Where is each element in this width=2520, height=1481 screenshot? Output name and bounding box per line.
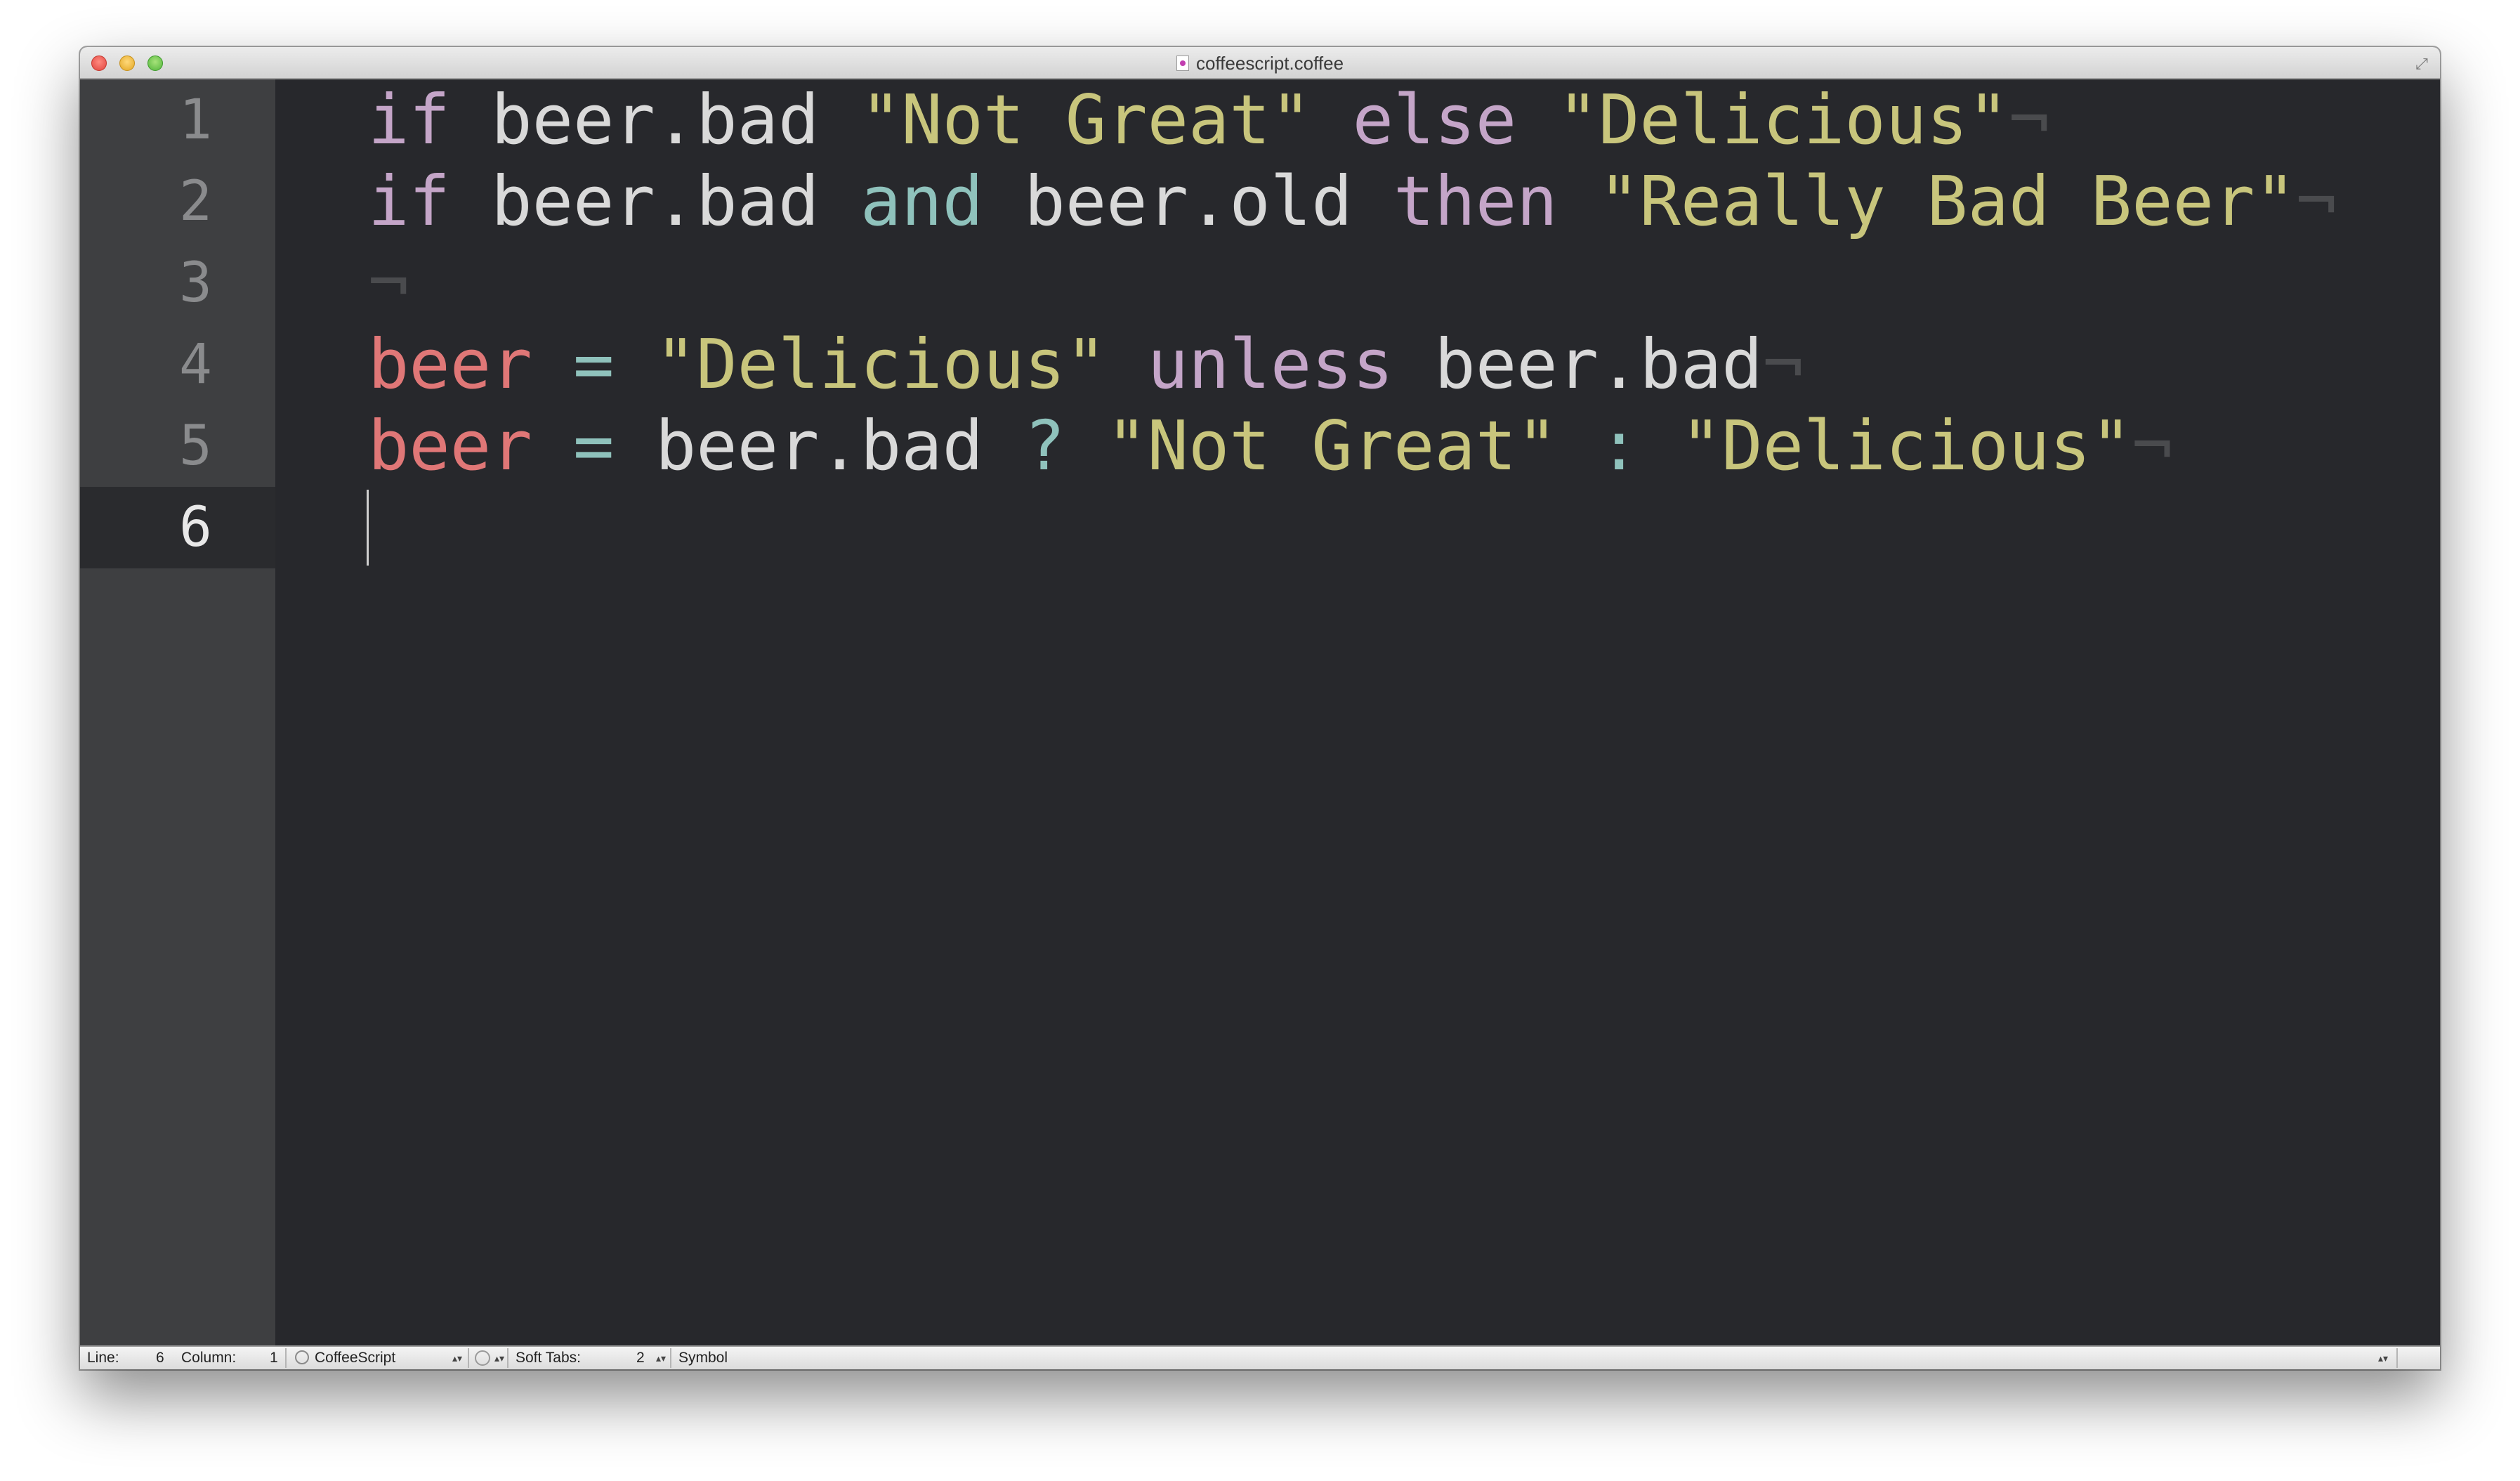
code-token: and [860,162,984,241]
code-line-1[interactable]: if beer.bad "Not Great" else "Delicious"… [368,79,2049,161]
code-token: beer.bad [1393,325,1763,404]
status-divider [507,1348,508,1368]
code-token: = [573,406,615,485]
code-token: beer.bad [449,162,860,241]
code-token: unless [1147,325,1394,404]
title-bar[interactable]: coffeescript.coffee ⤢ [80,47,2440,79]
code-token: "Delicious" [1680,406,2132,485]
code-token: then [1393,162,1558,241]
status-divider [285,1348,287,1368]
column-value: 1 [270,1350,278,1366]
code-token: beer.bad [614,406,1025,485]
soft-tabs-value[interactable]: 2 [636,1347,645,1369]
line-number: 2 [179,170,212,233]
tabs-dropdown-arrow[interactable]: ▴▾ [656,1347,666,1369]
line-label: Line: [87,1350,119,1366]
code-editor[interactable]: if beer.bad "Not Great" else "Delicious"… [275,79,2440,1345]
code-token: ¬ [2009,80,2050,159]
line-number: 3 [179,252,212,315]
symbol-dropdown-arrow[interactable]: ▴▾ [2378,1347,2388,1369]
code-line-5[interactable]: beer = beer.bad ? "Not Great" : "Delicio… [368,405,2173,487]
bundle-icon [295,1350,309,1364]
code-token: ¬ [2132,406,2173,485]
editor-window: coffeescript.coffee ⤢ 1 2 3 4 5 6 if bee… [80,47,2440,1369]
line-number: 4 [179,333,212,396]
soft-tabs-label[interactable]: Soft Tabs: [516,1347,581,1369]
code-token: ¬ [2295,162,2337,241]
status-divider [468,1348,469,1368]
code-token: beer.old [983,162,1394,241]
window-title: coffeescript.coffee [80,47,2440,79]
code-token: : [1599,406,1640,485]
fullscreen-icon[interactable]: ⤢ [2413,56,2430,72]
document-icon [1176,56,1189,71]
code-token: "Not Great" [860,80,1312,159]
code-token: ¬ [368,243,409,322]
line-number: 5 [179,415,212,478]
code-token: beer [368,406,532,485]
code-line-4[interactable]: beer = "Delicious" unless beer.bad¬ [368,324,1804,405]
code-token: else [1352,80,1517,159]
status-bar: Line: 6 Column: 1 CoffeeScript ▴▾ ▴▾ Sof… [80,1345,2440,1369]
column-label: Column: [181,1350,237,1366]
status-divider [670,1348,671,1368]
language-selector[interactable]: CoffeeScript [315,1347,395,1369]
line-number: 1 [179,89,212,152]
text-caret [367,490,369,566]
status-divider [2396,1348,2398,1368]
symbol-selector[interactable]: Symbol [678,1347,728,1369]
code-token: "Delicious" [1557,80,2009,159]
settings-dropdown-arrow[interactable]: ▴▾ [494,1347,504,1369]
language-dropdown-arrow[interactable]: ▴▾ [452,1347,462,1369]
code-line-2[interactable]: if beer.bad and beer.old then "Really Ba… [368,161,2337,242]
code-token: beer [368,325,532,404]
code-token: beer.bad [449,80,860,159]
code-token: = [573,325,615,404]
code-token: ? [1024,406,1065,485]
gear-icon[interactable] [475,1350,490,1366]
window-title-text: coffeescript.coffee [1195,52,1344,74]
code-token: if [368,162,450,241]
code-token: "Really Bad Beer" [1599,162,2296,241]
code-line-3[interactable]: ¬ [368,242,409,324]
code-token: "Delicious" [655,325,1107,404]
code-token: ¬ [1762,325,1804,404]
line-value: 6 [156,1350,164,1366]
current-line-number: 6 [179,496,212,559]
code-token: "Not Great" [1106,406,1558,485]
code-token: if [368,80,450,159]
line-number-gutter: 1 2 3 4 5 6 [80,79,275,1345]
